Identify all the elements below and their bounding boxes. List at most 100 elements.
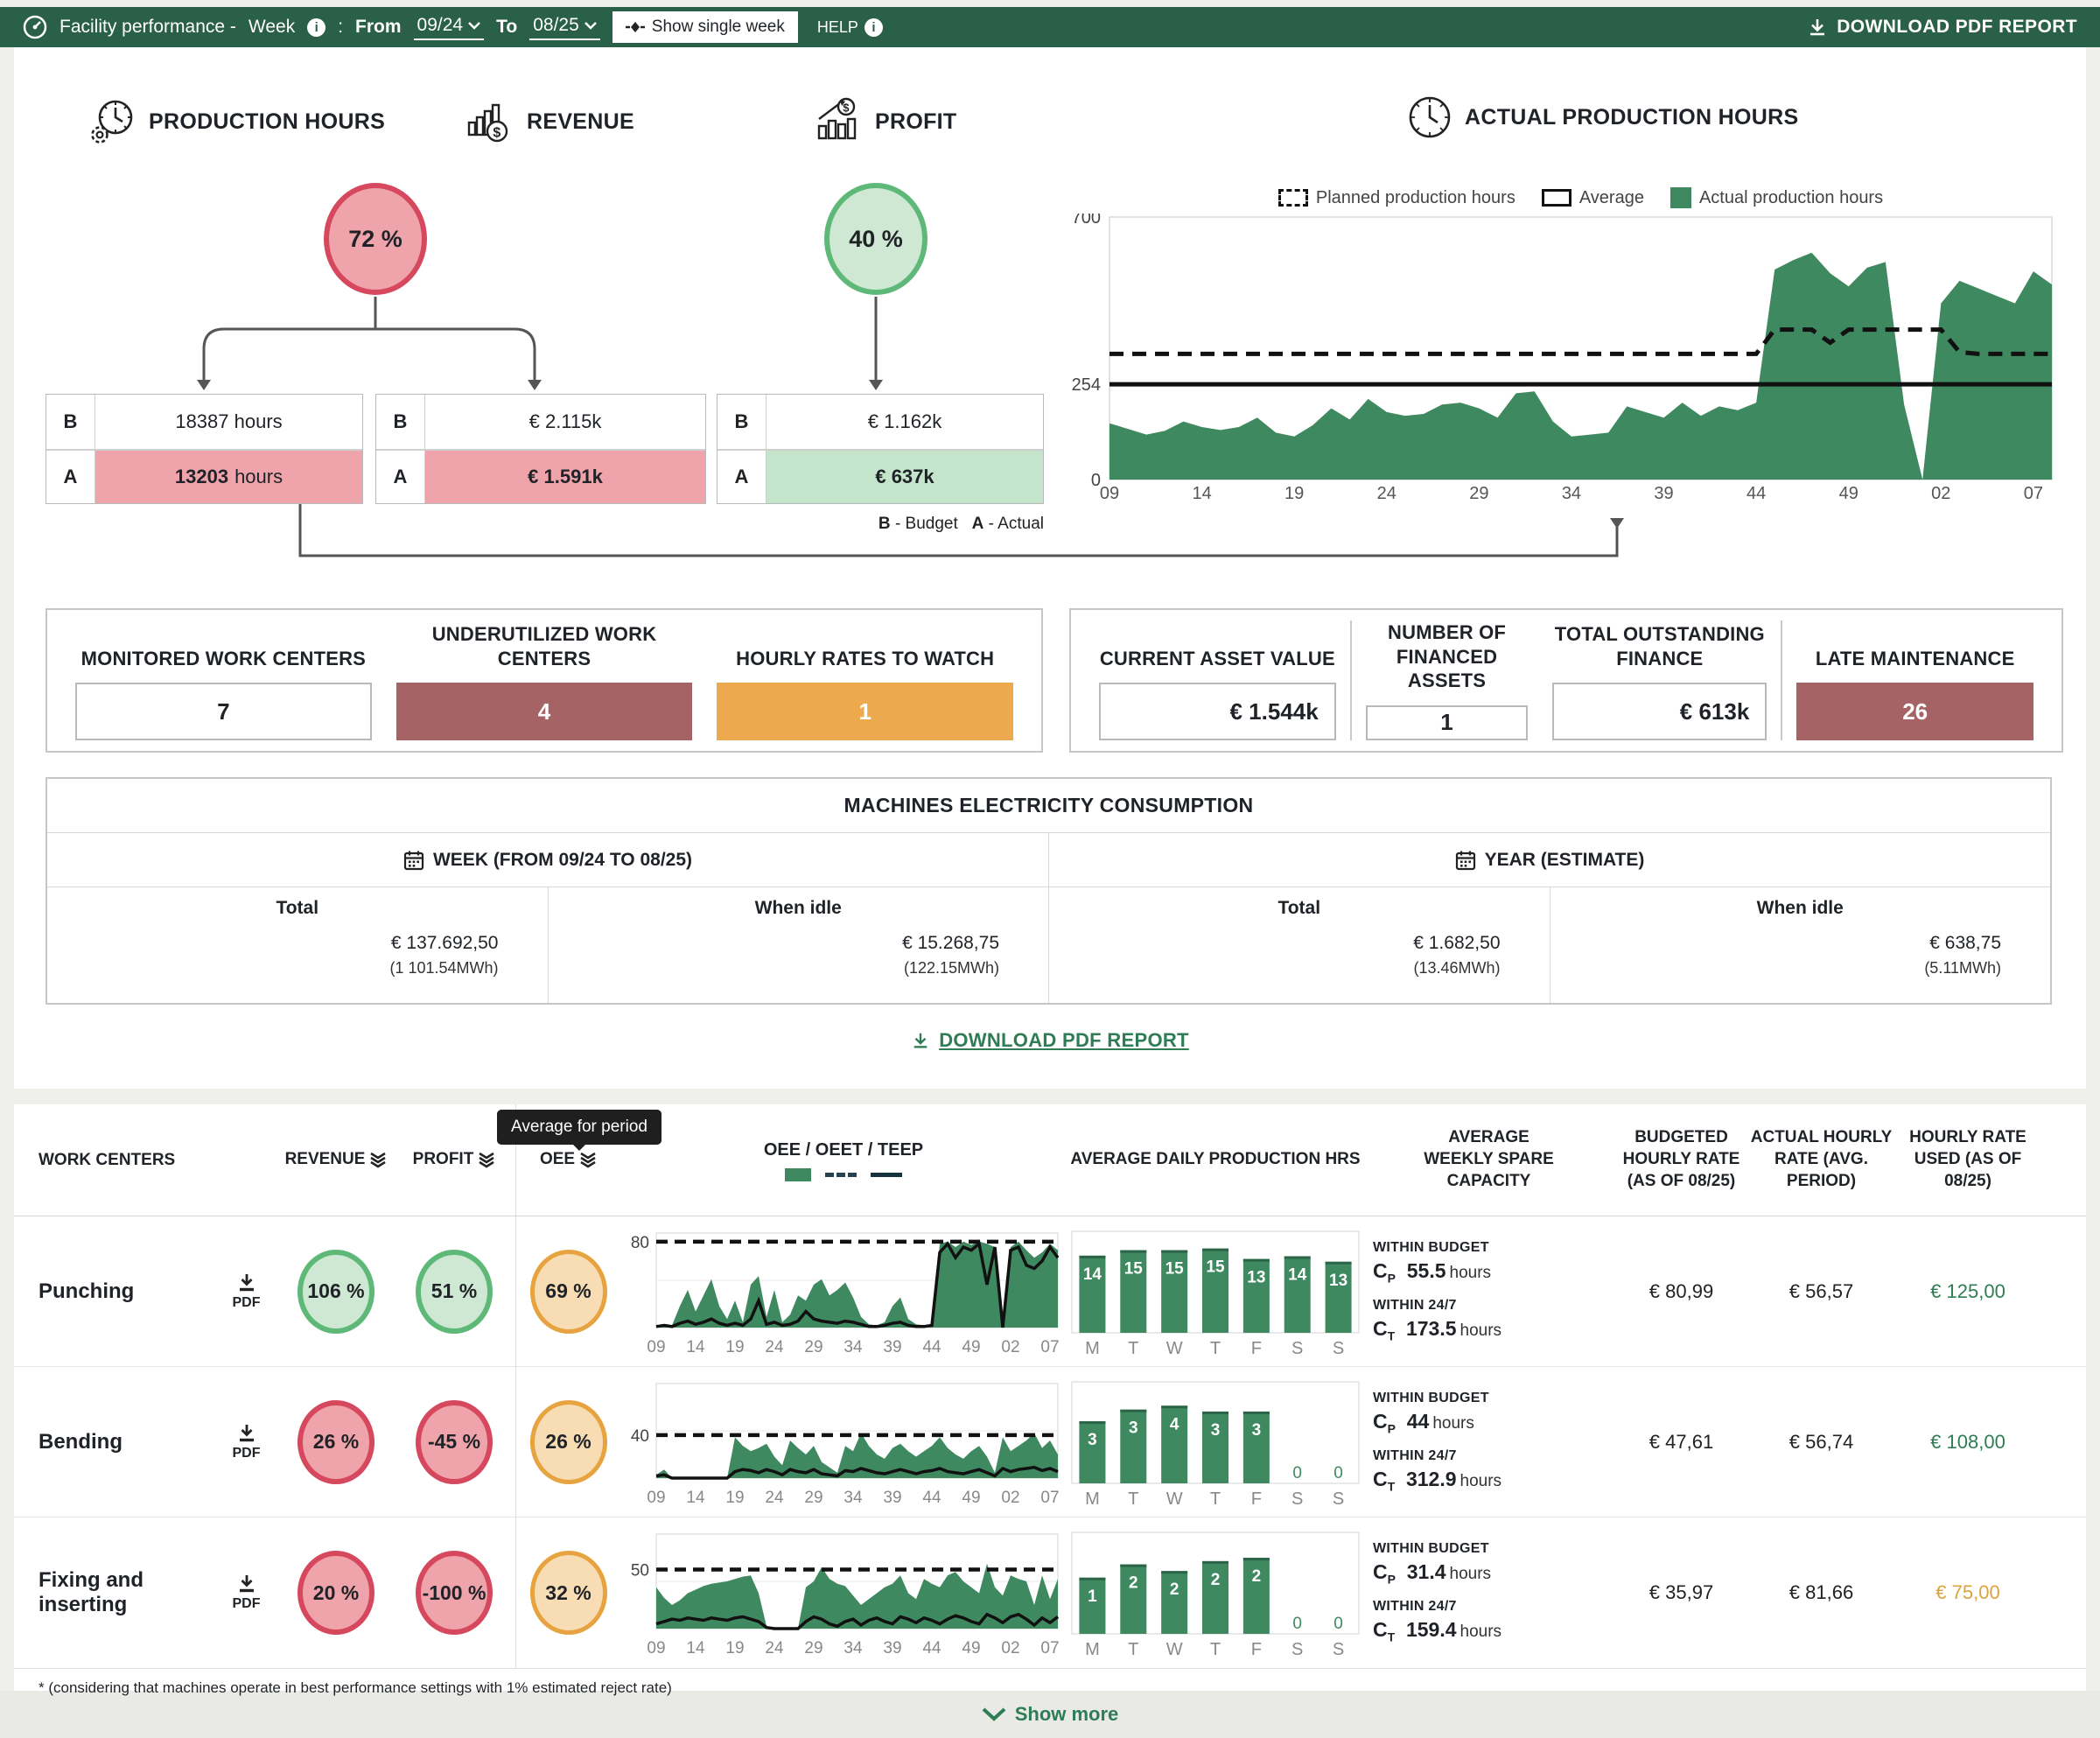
svg-text:S: S: [1292, 1339, 1303, 1357]
svg-text:15: 15: [1124, 1259, 1144, 1278]
calendar-icon: [1455, 850, 1476, 871]
stat-total-outstanding-finance: TOTAL OUTSTANDING FINANCE € 613k: [1540, 620, 1779, 740]
svg-text:19: 19: [1284, 484, 1304, 503]
svg-text:15: 15: [1166, 1259, 1185, 1278]
daily-production-bars: 14M15T15W15T13F14S13S: [1067, 1226, 1364, 1357]
app-header: Facility performance - Week i : From 09/…: [0, 7, 2100, 47]
show-single-week-button[interactable]: Show single week: [612, 11, 798, 43]
profit-percentage: 51 %: [416, 1250, 493, 1334]
production-hours-budget-actual-table: B18387 hours A13203hours: [46, 394, 363, 504]
col-daily: AVERAGE DAILY PRODUCTION HRS: [1067, 1149, 1364, 1171]
svg-text:49: 49: [962, 1489, 980, 1507]
oee-legend-icon: [785, 1168, 811, 1181]
calendar-icon: [403, 850, 424, 871]
period-info-icon[interactable]: i: [307, 18, 326, 37]
svg-text:39: 39: [1654, 484, 1673, 503]
svg-text:24: 24: [765, 1639, 784, 1657]
electricity-week-header: WEEK (FROM 09/24 TO 08/25): [47, 833, 1048, 887]
spare-capacity: WITHIN BUDGET CP 44hours WITHIN 24/7 CT …: [1364, 1391, 1614, 1493]
download-icon: [235, 1573, 258, 1594]
svg-text:13: 13: [1329, 1271, 1348, 1289]
revenue-percentage: 106 %: [298, 1250, 374, 1334]
svg-text:4: 4: [1170, 1415, 1180, 1433]
svg-text:80: 80: [630, 1233, 648, 1251]
svg-text:09: 09: [647, 1338, 665, 1356]
help-button[interactable]: HELP i: [817, 18, 883, 37]
oee-tooltip: Average for period: [497, 1110, 662, 1145]
svg-text:F: F: [1251, 1489, 1262, 1508]
svg-text:44: 44: [1746, 484, 1766, 503]
svg-text:34: 34: [844, 1489, 863, 1507]
svg-text:0: 0: [1334, 1464, 1343, 1482]
svg-text:49: 49: [962, 1639, 980, 1657]
work-center-name: Punching: [38, 1279, 214, 1304]
svg-text:50: 50: [630, 1562, 648, 1580]
gauge-logo-icon: [23, 15, 47, 39]
row-pdf-download-button[interactable]: PDF: [233, 1573, 261, 1612]
profit-percentage: -45 %: [416, 1400, 493, 1484]
svg-text:15: 15: [1206, 1258, 1225, 1276]
stat-underutilized-work-centers: UNDERUTILIZED WORK CENTERS 4: [384, 620, 705, 740]
svg-text:F: F: [1251, 1339, 1262, 1357]
svg-text:02: 02: [1001, 1639, 1019, 1657]
to-week-select[interactable]: 08/25: [529, 14, 600, 40]
download-pdf-report-link[interactable]: DOWNLOAD PDF REPORT: [14, 1029, 2086, 1052]
svg-text:W: W: [1166, 1339, 1183, 1357]
electricity-year-header: YEAR (ESTIMATE): [1048, 833, 2050, 887]
svg-text:24: 24: [765, 1338, 784, 1356]
svg-text:W: W: [1166, 1489, 1183, 1508]
oee-trend-chart: 500914192429343944490207: [623, 1527, 1065, 1658]
svg-text:14: 14: [1192, 484, 1211, 503]
svg-text:0: 0: [1292, 1464, 1302, 1482]
help-info-icon: i: [864, 18, 883, 37]
svg-text:254: 254: [1072, 375, 1101, 395]
from-week-select[interactable]: 09/24: [414, 14, 485, 40]
svg-text:3: 3: [1088, 1431, 1097, 1449]
oee-trend-chart: 400914192429343944490207: [623, 1377, 1065, 1508]
sort-icon: [478, 1149, 495, 1168]
svg-text:14: 14: [686, 1639, 705, 1657]
svg-text:0: 0: [1334, 1615, 1343, 1633]
svg-text:24: 24: [1377, 484, 1396, 503]
svg-text:1: 1: [1088, 1587, 1097, 1606]
from-label: From: [355, 17, 402, 38]
col-revenue[interactable]: REVENUE: [279, 1149, 393, 1171]
svg-text:2: 2: [1252, 1567, 1262, 1586]
download-pdf-report-button[interactable]: DOWNLOAD PDF REPORT: [1807, 17, 2077, 38]
actual-production-hours-chart: Planned production hours Average Actual …: [1032, 187, 2074, 511]
budget-actual-legend: B - Budget A - Actual: [717, 515, 1044, 534]
svg-text:S: S: [1292, 1640, 1303, 1658]
actual-hourly-rate: € 56,74: [1749, 1431, 1894, 1454]
svg-text:44: 44: [922, 1338, 942, 1356]
row-pdf-download-button[interactable]: PDF: [233, 1272, 261, 1311]
work-center-row: Fixing and inserting PDF 20 % -100 % 32 …: [14, 1517, 2086, 1668]
stat-value: 1: [1366, 705, 1529, 741]
row-pdf-download-button[interactable]: PDF: [233, 1423, 261, 1461]
hourly-rate-used: € 125,00: [1894, 1280, 2042, 1303]
stat-current-asset-value: CURRENT ASSET VALUE € 1.544k: [1087, 620, 1348, 740]
svg-text:39: 39: [883, 1639, 901, 1657]
svg-text:M: M: [1085, 1640, 1100, 1658]
stat-value: 4: [396, 683, 693, 740]
sort-icon: [369, 1149, 387, 1168]
table-footnote: * (considering that machines operate in …: [14, 1668, 2086, 1707]
svg-text:09: 09: [1100, 484, 1119, 503]
chevron-down-icon: [468, 22, 480, 30]
svg-text:24: 24: [765, 1489, 784, 1507]
chart-legend: Planned production hours Average Actual …: [1110, 187, 2052, 208]
svg-text:39: 39: [883, 1338, 901, 1356]
col-profit[interactable]: PROFIT: [393, 1149, 515, 1171]
electricity-year-idle: When idle € 638,75 (5.11MWh): [1550, 887, 2051, 1003]
svg-text:T: T: [1128, 1640, 1138, 1658]
svg-text:S: S: [1333, 1489, 1344, 1508]
stat-value: € 1.544k: [1099, 683, 1336, 740]
revenue-percentage: 20 %: [298, 1551, 374, 1635]
svg-text:700: 700: [1072, 214, 1101, 228]
svg-text:07: 07: [1040, 1639, 1059, 1657]
svg-text:3: 3: [1129, 1419, 1138, 1437]
actual-hourly-rate: € 81,66: [1749, 1581, 1894, 1604]
average-legend-icon: [1542, 189, 1572, 207]
svg-text:S: S: [1333, 1640, 1344, 1658]
col-used: HOURLY RATE USED (AS OF 08/25): [1894, 1127, 2042, 1192]
svg-text:29: 29: [804, 1489, 822, 1507]
